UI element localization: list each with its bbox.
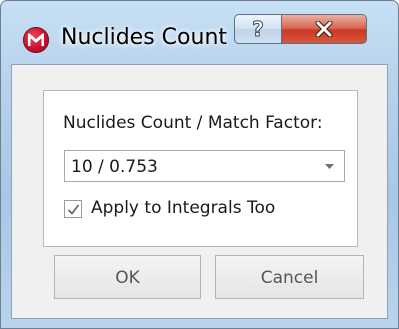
apply-integrals-option[interactable]: Apply to Integrals Too [64, 198, 334, 222]
window-title: Nuclides Count [61, 25, 228, 50]
chevron-down-icon [325, 164, 334, 169]
title-bar[interactable]: Nuclides Count ? [1, 1, 398, 61]
settings-group: Nuclides Count / Match Factor: 10 / 0.75… [43, 90, 358, 247]
dialog-body: Nuclides Count / Match Factor: 10 / 0.75… [11, 64, 388, 319]
close-button[interactable] [281, 14, 367, 44]
help-icon: ? [252, 17, 265, 42]
dropdown-selected-value: 10 / 0.753 [71, 157, 158, 177]
cancel-button-label: Cancel [260, 268, 319, 288]
app-logo-icon[interactable] [23, 27, 49, 53]
nuclides-count-label: Nuclides Count / Match Factor: [63, 113, 323, 133]
close-icon [315, 21, 333, 37]
nuclides-count-dropdown[interactable]: 10 / 0.753 [64, 150, 345, 182]
checkmark-icon [67, 204, 80, 215]
help-button[interactable]: ? [234, 14, 282, 44]
cancel-button[interactable]: Cancel [215, 255, 364, 299]
ok-button-label: OK [115, 268, 140, 288]
ok-button[interactable]: OK [54, 255, 201, 299]
dialog-window: Nuclides Count ? Nuclides Count / Match … [0, 0, 399, 329]
apply-integrals-label[interactable]: Apply to Integrals Too [91, 198, 275, 218]
apply-integrals-checkbox[interactable] [64, 200, 82, 218]
